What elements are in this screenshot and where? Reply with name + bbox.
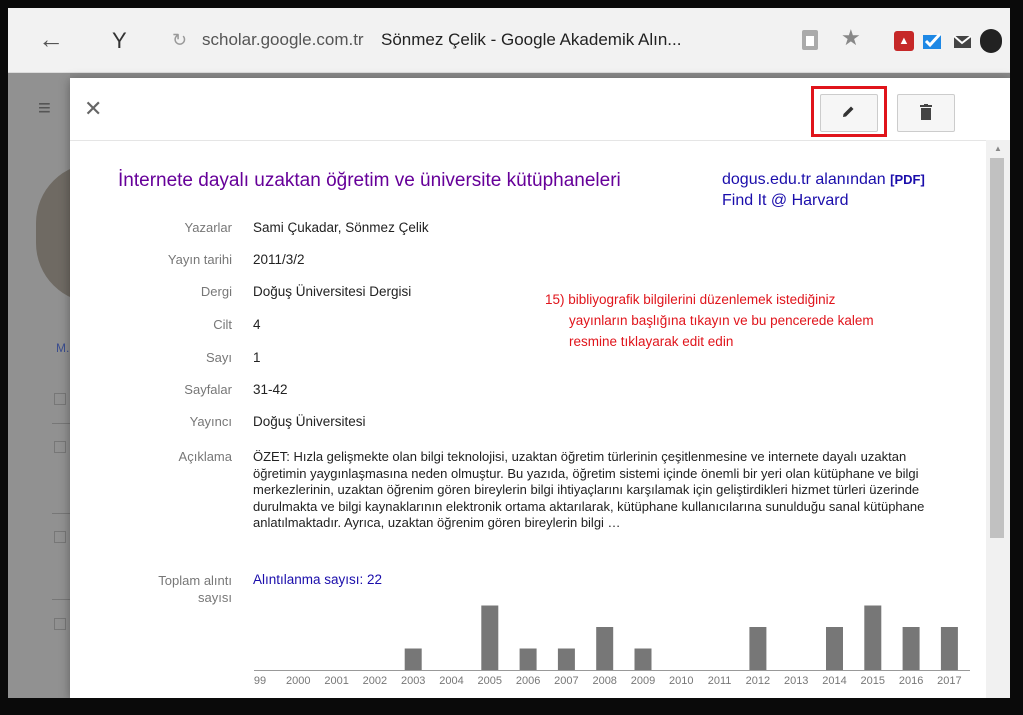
chart-tick-label-2003: 2003: [401, 675, 425, 687]
chart-tick-label-2017: 2017: [937, 675, 961, 687]
scroll-up-icon[interactable]: ▲: [994, 144, 1002, 153]
volume-value: 4: [253, 317, 261, 332]
address-bar-url[interactable]: scholar.google.com.tr: [202, 30, 364, 50]
background-tab: M.: [56, 341, 70, 355]
chart-bar-2012[interactable]: [749, 627, 767, 670]
publication-date-value: 2011/3/2: [253, 252, 305, 267]
background-divider: [52, 513, 72, 514]
journal-value: Doğuş Üniversitesi Dergisi: [253, 284, 412, 299]
chart-tick-label-2004: 2004: [439, 675, 463, 687]
annotation-line: yayınların başlığına tıkayın ve bu pence…: [569, 313, 874, 328]
chart-bar-2006[interactable]: [519, 648, 537, 671]
chart-tick-label-2005: 2005: [478, 675, 502, 687]
background-sidebar: [8, 73, 70, 698]
chart-tick-label-2016: 2016: [899, 675, 923, 687]
issue-value: 1: [253, 350, 261, 365]
chart-tick-label-2006: 2006: [516, 675, 540, 687]
background-divider: [52, 423, 72, 424]
chart-tick-label-2001: 2001: [324, 675, 348, 687]
pencil-icon: [843, 106, 854, 117]
dialog-header: ✕: [70, 78, 1010, 141]
scrollbar[interactable]: ▲: [986, 140, 1010, 698]
source-link[interactable]: dogus.edu.tr alanından [PDF]: [722, 170, 925, 189]
instruction-annotation: 15) bibliyografik bilgilerini düzenlemek…: [545, 289, 874, 352]
background-checkbox: [54, 441, 66, 453]
volume-label: Cilt: [213, 317, 232, 332]
total-citations-label-line: Toplam alıntı: [158, 573, 232, 588]
authors-value: Sami Çukadar, Sönmez Çelik: [253, 220, 429, 235]
citation-count-link[interactable]: Alıntılanma sayısı: 22: [253, 572, 382, 587]
y-extension-icon[interactable]: Y: [112, 28, 127, 54]
reload-icon[interactable]: ↻: [172, 30, 187, 51]
publisher-label: Yayıncı: [189, 414, 232, 429]
publisher-value: Doğuş Üniversitesi: [253, 414, 366, 429]
chart-bar-2015[interactable]: [864, 605, 882, 671]
chart-tick-label-2000: 2000: [286, 675, 310, 687]
annotation-line: 15) bibliyografik bilgilerini düzenlemek…: [545, 292, 836, 307]
background-checkbox: [54, 531, 66, 543]
chart-bar-2003[interactable]: [404, 648, 422, 671]
chart-tick-label-2011: 2011: [708, 675, 732, 687]
chart-tick-label-2007: 2007: [554, 675, 578, 687]
source-domain: dogus.edu.tr alanından: [722, 171, 886, 188]
edit-button[interactable]: [820, 94, 878, 132]
chart-bar-2008[interactable]: [596, 627, 614, 670]
chart-bar-2017[interactable]: [940, 627, 958, 670]
article-title-link[interactable]: İnternete dayalı uzaktan öğretim ve üniv…: [118, 170, 621, 192]
screenshot-frame: ← Y ↻ scholar.google.com.tr Sönmez Çelik…: [8, 8, 1010, 698]
background-checkbox: [54, 618, 66, 630]
chart-tick-label-2002: 2002: [363, 675, 387, 687]
extension-dark-icon[interactable]: [980, 29, 1002, 53]
menu-icon: ≡: [38, 95, 51, 120]
description-text: ÖZET: Hızla gelişmekte olan bilgi teknol…: [253, 449, 925, 530]
chart-bar-2005[interactable]: [481, 605, 499, 671]
chart-tick-label-2008: 2008: [592, 675, 616, 687]
chart-bar-2014[interactable]: [826, 627, 843, 670]
pages-value: 31-42: [253, 382, 288, 397]
close-icon[interactable]: ✕: [84, 96, 102, 122]
article-detail-dialog: ✕ ▲ İnternete dayalı uzaktan öğretim ve …: [70, 78, 1010, 698]
scrollbar-thumb[interactable]: [990, 158, 1004, 538]
chart-tick-label-99: 99: [254, 675, 266, 687]
journal-label: Dergi: [200, 284, 232, 299]
citations-bar-chart: 99 2000 2001 2002 2003 2004 2005 2006 2007 2008 20…: [254, 605, 970, 687]
chart-bar-2009[interactable]: [634, 648, 652, 671]
authors-label: Yazarlar: [184, 220, 232, 235]
page-action-icon[interactable]: [802, 30, 818, 50]
background-divider: [52, 599, 72, 600]
address-bar-title: Sönmez Çelik - Google Akademik Alın...: [381, 30, 682, 49]
chart-tick-label-2013: 2013: [784, 675, 808, 687]
background-checkbox: [54, 393, 66, 405]
extension-blue-check-icon[interactable]: [922, 31, 942, 51]
chart-bar-2007[interactable]: [557, 648, 575, 671]
browser-toolbar: ← Y ↻ scholar.google.com.tr Sönmez Çelik…: [8, 8, 1010, 73]
chart-tick-label-2015: 2015: [861, 675, 885, 687]
description-label: Açıklama: [178, 449, 232, 464]
annotation-line: resmine tıklayarak edit edin: [569, 334, 734, 349]
chart-tick-label-2009: 2009: [631, 675, 655, 687]
extension-mail-icon[interactable]: [952, 31, 972, 51]
pdf-label: [PDF]: [890, 172, 925, 187]
issue-label: Sayı: [205, 350, 232, 365]
find-it-link[interactable]: Find It @ Harvard: [722, 192, 849, 210]
back-arrow-icon[interactable]: ←: [38, 26, 64, 52]
chart-tick-label-2012: 2012: [746, 675, 770, 687]
chart-bar-2016[interactable]: [902, 627, 920, 670]
chart-tick-label-2014: 2014: [822, 675, 846, 687]
publication-date-label: Yayın tarihi: [167, 252, 232, 267]
extension-red-icon[interactable]: ▲: [894, 31, 914, 51]
trash-icon: [920, 104, 932, 120]
delete-button[interactable]: [897, 94, 955, 132]
chart-tick-label-2010: 2010: [669, 675, 693, 687]
bookmark-star-icon[interactable]: ★: [841, 25, 861, 51]
pages-label: Sayfalar: [184, 382, 232, 397]
